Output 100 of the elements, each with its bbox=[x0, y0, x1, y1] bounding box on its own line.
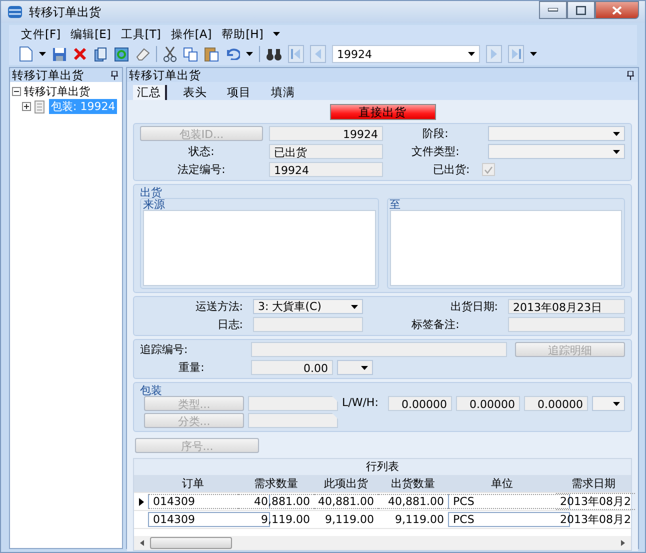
copy-record-icon[interactable] bbox=[93, 46, 108, 62]
group-title: 出货 bbox=[140, 187, 163, 198]
field-label: 运送方法: bbox=[194, 299, 243, 314]
horizontal-scrollbar[interactable] bbox=[134, 536, 631, 550]
field[interactable]: 0.00 bbox=[251, 360, 333, 375]
field-label: 出货日期: bbox=[449, 299, 498, 314]
last-icon bbox=[511, 48, 521, 60]
column-header[interactable]: 需求日期 bbox=[556, 476, 631, 491]
field[interactable]: 0.00000 bbox=[388, 396, 452, 411]
table-cell-text: 9,119.00 bbox=[324, 513, 375, 526]
minimize-icon bbox=[548, 8, 558, 12]
tab[interactable]: 表头 bbox=[179, 85, 211, 100]
maximize-icon bbox=[576, 6, 586, 14]
field[interactable]: 19924 bbox=[269, 126, 383, 141]
field-label: 日志: bbox=[216, 317, 243, 332]
dropdown-arrow-icon[interactable] bbox=[246, 52, 253, 56]
field[interactable]: 已出货 bbox=[269, 144, 383, 159]
table-cell: 40,881.00 bbox=[238, 494, 314, 509]
collapse-icon[interactable] bbox=[12, 87, 21, 96]
table-cell-text: 9,119.00 bbox=[260, 513, 311, 526]
minimize-button[interactable] bbox=[539, 1, 567, 19]
delete-icon[interactable] bbox=[73, 47, 87, 61]
field[interactable]: 0.00000 bbox=[456, 396, 520, 411]
group-title: 至 bbox=[390, 199, 402, 210]
field-label: 状态: bbox=[188, 144, 216, 159]
current-row-icon bbox=[138, 498, 144, 506]
first-icon bbox=[291, 48, 301, 60]
eraser-icon[interactable] bbox=[135, 47, 150, 61]
next-icon bbox=[489, 48, 499, 60]
dropdown-arrow-icon[interactable] bbox=[351, 304, 358, 308]
field-label: 已出货: bbox=[433, 162, 470, 177]
field-label: 文件类型: bbox=[410, 144, 460, 159]
save-icon[interactable] bbox=[52, 46, 67, 62]
previous-icon bbox=[313, 48, 323, 60]
group-title: 包装 bbox=[140, 385, 163, 396]
column-header[interactable]: 单位 bbox=[448, 476, 556, 491]
column-header[interactable]: 此项出货 bbox=[314, 476, 378, 491]
menu-item[interactable]: 文件[F] bbox=[21, 26, 61, 42]
field[interactable] bbox=[248, 396, 338, 411]
tab[interactable]: 汇总 bbox=[133, 85, 167, 100]
column-header[interactable]: 订单 bbox=[148, 476, 238, 491]
pin-icon[interactable] bbox=[627, 70, 634, 80]
copy-icon[interactable] bbox=[183, 46, 198, 62]
unit-combo[interactable] bbox=[337, 360, 373, 375]
maximize-button[interactable] bbox=[567, 1, 595, 19]
panel-title: 转移订单出货 bbox=[12, 68, 84, 82]
table-cell-text: 9,119.00 bbox=[394, 513, 445, 526]
field-label: L/W/H: bbox=[342, 396, 380, 409]
tab[interactable]: 项目 bbox=[223, 85, 255, 100]
direct-ship-button[interactable]: 直接出货 bbox=[330, 104, 436, 120]
field[interactable] bbox=[508, 317, 625, 332]
refresh-icon[interactable] bbox=[114, 46, 129, 62]
table-cell: 40,881.00 bbox=[314, 494, 378, 509]
table-cell-text: 2013年08月2 bbox=[559, 512, 632, 527]
field[interactable] bbox=[253, 317, 363, 332]
pin-icon[interactable] bbox=[111, 70, 118, 80]
menu-item[interactable]: 帮助[H] bbox=[222, 26, 264, 42]
field[interactable] bbox=[248, 413, 338, 428]
field[interactable]: 2013年08月23日 bbox=[508, 299, 625, 314]
tree-item[interactable]: 转移订单出货 bbox=[24, 84, 90, 99]
dropdown-arrow-icon[interactable] bbox=[530, 52, 537, 56]
column-header[interactable]: 出货数量 bbox=[378, 476, 448, 491]
table-title: 行列表 bbox=[134, 459, 631, 475]
close-button[interactable] bbox=[595, 1, 639, 19]
field-label: 追踪编号: bbox=[140, 342, 189, 357]
record-combo[interactable]: 19924 bbox=[332, 45, 480, 63]
scroll-right-icon[interactable] bbox=[621, 540, 625, 546]
tab[interactable]: 填满 bbox=[267, 85, 299, 100]
group-title: 来源 bbox=[143, 199, 166, 210]
table-cell: 2013年08月2 bbox=[556, 493, 635, 510]
field-label: 阶段: bbox=[422, 126, 450, 141]
cut-icon[interactable] bbox=[163, 46, 177, 62]
binoculars-icon[interactable] bbox=[266, 48, 282, 60]
shipping-method-combo[interactable]: 3: 大貨車(C) bbox=[253, 299, 363, 314]
expand-icon[interactable] bbox=[22, 102, 31, 111]
dropdown-arrow-icon[interactable] bbox=[613, 132, 620, 136]
menu-item[interactable]: 操作[A] bbox=[170, 26, 212, 42]
field-label: 法定编号: bbox=[176, 162, 226, 177]
dropdown-arrow-icon[interactable] bbox=[39, 52, 46, 56]
window-title: 转移订单出货 bbox=[29, 4, 102, 20]
column-header[interactable]: 需求数量 bbox=[238, 476, 314, 491]
paste-icon[interactable] bbox=[204, 46, 219, 62]
menu-item[interactable]: 工具[T] bbox=[120, 26, 161, 42]
field[interactable]: 0.00000 bbox=[524, 396, 588, 411]
dropdown-arrow-icon[interactable] bbox=[361, 366, 368, 370]
new-document-icon[interactable] bbox=[19, 46, 33, 62]
panel-title: 转移订单出货 bbox=[129, 68, 201, 82]
field[interactable] bbox=[251, 342, 507, 357]
field-label: 重量: bbox=[178, 360, 206, 375]
menu-item[interactable]: 编辑[E] bbox=[70, 26, 111, 42]
dropdown-arrow-icon[interactable] bbox=[613, 150, 620, 154]
document-icon bbox=[34, 100, 46, 114]
undo-icon[interactable] bbox=[225, 48, 240, 60]
scroll-left-icon[interactable] bbox=[140, 540, 144, 546]
dropdown-arrow-icon[interactable] bbox=[468, 52, 475, 56]
dropdown-arrow-icon[interactable] bbox=[273, 32, 280, 36]
field[interactable]: 19924 bbox=[269, 162, 383, 177]
close-icon bbox=[612, 6, 622, 14]
unit-combo[interactable] bbox=[592, 396, 625, 411]
dropdown-arrow-icon[interactable] bbox=[613, 402, 620, 406]
